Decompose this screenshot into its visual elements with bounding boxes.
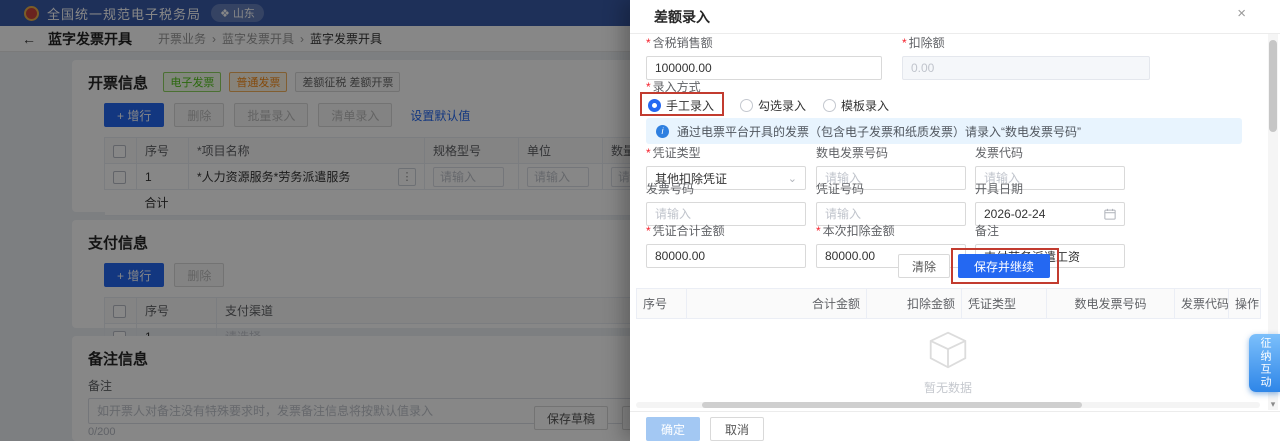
col-header-deduct-amount: 扣除金额 bbox=[867, 289, 962, 319]
digital-invoice-no-label: 数电发票号码 bbox=[816, 144, 966, 161]
entry-mode-label: *录入方式 bbox=[646, 78, 701, 95]
radio-icon bbox=[823, 99, 836, 112]
horizontal-scrollbar[interactable] bbox=[636, 402, 1260, 408]
issue-date-label: 开具日期 bbox=[975, 180, 1125, 197]
scroll-down-icon[interactable]: ▾ bbox=[1268, 399, 1278, 410]
empty-state: 暂无数据 bbox=[636, 330, 1260, 396]
close-icon[interactable]: × bbox=[1237, 6, 1246, 21]
calendar-icon bbox=[1104, 208, 1116, 220]
col-header-voucher-type: 凭证类型 bbox=[962, 289, 1047, 319]
radio-selected-icon bbox=[648, 99, 661, 112]
alert-text: 通过电票平台开具的发票（包含电子发票和纸质发票）请录入“数电发票号码” bbox=[677, 123, 1081, 140]
col-header-invoice-code: 发票代码 bbox=[1175, 289, 1229, 319]
deduction-amount-input bbox=[902, 56, 1150, 80]
voucher-total-label: *凭证合计金额 bbox=[646, 222, 806, 239]
cancel-button[interactable]: 取消 bbox=[710, 417, 764, 441]
voucher-type-label: *凭证类型 bbox=[646, 144, 806, 161]
col-header-actions: 操作 bbox=[1229, 289, 1261, 319]
radio-icon bbox=[740, 99, 753, 112]
info-alert: i 通过电票平台开具的发票（包含电子发票和纸质发票）请录入“数电发票号码” bbox=[646, 118, 1242, 144]
deduction-vouchers-table: 序号 合计金额 扣除金额 凭证类型 数电发票号码 发票代码 操作 bbox=[636, 288, 1261, 319]
clear-button[interactable]: 清除 bbox=[898, 254, 950, 278]
col-header-no: 序号 bbox=[637, 289, 687, 319]
col-header-total-amount: 合计金额 bbox=[687, 289, 867, 319]
modal-remark-label: 备注 bbox=[975, 222, 1125, 239]
screen: 全国统一规范电子税务局 ❖ 山东 ← 蓝字发票开具 开票业务 › 蓝字发票开具 … bbox=[0, 0, 1280, 441]
differential-entry-modal: 差额录入 × *含税销售额 *扣除额 *录入方式 手工录入 勾选录入 模板录入 … bbox=[630, 0, 1280, 441]
radio-template-entry[interactable]: 模板录入 bbox=[823, 97, 889, 114]
horizontal-scrollbar-thumb[interactable] bbox=[702, 402, 1082, 408]
invoice-code-label: 发票代码 bbox=[975, 144, 1125, 161]
invoice-no-label: 发票号码 bbox=[646, 180, 806, 197]
voucher-total-input[interactable] bbox=[646, 244, 806, 268]
current-deduction-label: *本次扣除金额 bbox=[816, 222, 966, 239]
deduction-amount-label: *扣除额 bbox=[902, 34, 1150, 51]
col-header-digital-no: 数电发票号码 bbox=[1047, 289, 1175, 319]
sales-amount-label: *含税销售额 bbox=[646, 34, 882, 51]
info-icon: i bbox=[656, 125, 669, 138]
radio-manual-entry[interactable]: 手工录入 bbox=[648, 97, 714, 114]
modal-title: 差额录入 bbox=[654, 7, 710, 27]
radio-check-entry[interactable]: 勾选录入 bbox=[740, 97, 806, 114]
tax-interaction-fab[interactable]: 征纳互动 bbox=[1249, 334, 1280, 392]
confirm-button[interactable]: 确定 bbox=[646, 417, 700, 441]
modal-footer-divider bbox=[630, 411, 1280, 412]
save-and-continue-button[interactable]: 保存并继续 bbox=[958, 254, 1050, 278]
tax-interaction-label: 征纳互动 bbox=[1259, 337, 1270, 389]
modal-header: 差额录入 bbox=[630, 0, 1280, 34]
voucher-no-label: 凭证号码 bbox=[816, 180, 966, 197]
empty-text: 暂无数据 bbox=[636, 379, 1260, 396]
empty-box-icon bbox=[926, 330, 970, 370]
vertical-scrollbar-thumb[interactable] bbox=[1269, 40, 1277, 132]
sales-amount-input[interactable] bbox=[646, 56, 882, 80]
